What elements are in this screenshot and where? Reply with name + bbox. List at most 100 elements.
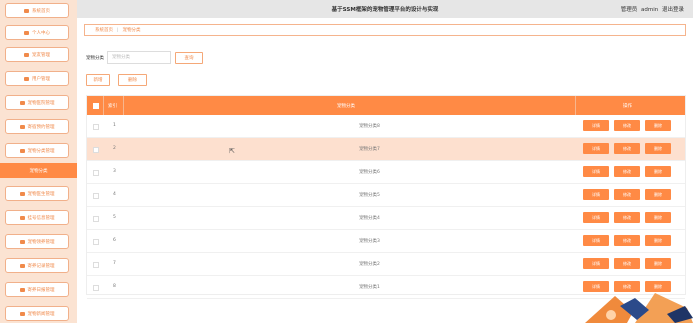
column-header-index: 索引 — [108, 104, 117, 109]
sidebar-item-label: 宠友管理 — [32, 52, 50, 58]
column-header-name: 宠物分类 — [337, 104, 355, 109]
table-row[interactable]: 6 宠物分类3 详情 修改 删除 — [87, 230, 685, 253]
flag-icon — [19, 287, 25, 292]
edit-button[interactable]: 修改 — [614, 235, 640, 246]
add-button[interactable]: 新增 — [86, 74, 110, 86]
table-row[interactable]: 4 宠物分类5 详情 修改 删除 — [87, 184, 685, 207]
sidebar-item-label: 寄宿预约管理 — [27, 124, 55, 130]
detail-button[interactable]: 详情 — [583, 189, 609, 200]
detail-button[interactable]: 详情 — [583, 143, 609, 154]
row-name: 宠物分类7 — [359, 147, 380, 152]
sidebar-item-label: 宠物新闻管理 — [27, 311, 55, 317]
table-header: 索引 宠物分类 操作 — [87, 96, 685, 115]
search-button[interactable]: 查询 — [175, 52, 203, 64]
sidebar-item-boarding-booking[interactable]: 寄宿预约管理 — [5, 119, 69, 134]
row-name: 宠物分类6 — [359, 170, 380, 175]
breadcrumb-separator: | — [117, 27, 119, 33]
edit-button[interactable]: 修改 — [614, 120, 640, 131]
sidebar-item-label: 宠物分类 — [29, 168, 48, 174]
grid-icon — [19, 124, 25, 129]
home-icon — [24, 8, 29, 13]
delete-button[interactable]: 删除 — [645, 120, 671, 131]
sidebar-item-label: 寄养记录管理 — [27, 263, 55, 269]
header: 基于SSM框架的宠物管理平台的设计与实现 管理员 admin 退出登录 — [77, 0, 693, 18]
edit-button[interactable]: 修改 — [614, 143, 640, 154]
sidebar-item-friends[interactable]: 宠友管理 — [5, 47, 69, 62]
sidebar-item-label: 宠物医生管理 — [27, 191, 55, 197]
sidebar-item-label: 宠物分类管理 — [27, 148, 55, 154]
delete-button[interactable]: 删除 — [645, 235, 671, 246]
breadcrumb: 系统首页 | 宠物分类 — [84, 24, 686, 36]
row-name: 宠物分类8 — [359, 124, 380, 129]
sidebar-item-category-manage[interactable]: 宠物分类管理 — [5, 143, 69, 158]
sidebar-item-daily-report[interactable]: 寄养日报管理 — [5, 282, 69, 297]
delete-button[interactable]: 删除 — [645, 212, 671, 223]
news-icon — [19, 311, 25, 316]
user-info: 管理员 admin 退出登录 — [619, 5, 684, 13]
sidebar-item-label: 系统首页 — [32, 8, 50, 14]
user-role: 管理员 — [620, 7, 638, 13]
logout-link[interactable]: 退出登录 — [662, 7, 684, 13]
sidebar-item-label: 用户管理 — [32, 76, 50, 82]
detail-button[interactable]: 详情 — [583, 166, 609, 177]
table-row[interactable]: 5 宠物分类4 详情 修改 删除 — [87, 207, 685, 230]
edit-button[interactable]: 修改 — [614, 212, 640, 223]
table-row[interactable]: 1 宠物分类8 详情 修改 删除 — [87, 115, 685, 138]
sidebar-item-hospital[interactable]: 宠物医院管理 — [5, 95, 69, 110]
sidebar-item-label: 个人中心 — [32, 30, 50, 36]
edit-button[interactable]: 修改 — [614, 166, 640, 177]
column-header-actions: 操作 — [623, 104, 632, 109]
sidebar-item-registration[interactable]: 挂号信息管理 — [5, 210, 69, 225]
column-divider — [103, 96, 104, 115]
user-icon — [24, 30, 29, 35]
breadcrumb-current: 宠物分类 — [122, 28, 141, 33]
select-all-checkbox[interactable] — [93, 103, 99, 109]
sidebar-item-doctor[interactable]: 宠物医生管理 — [5, 186, 69, 201]
breadcrumb-home[interactable]: 系统首页 — [95, 27, 113, 33]
data-table: 索引 宠物分类 操作 1 宠物分类8 详情 修改 删除 2 宠物分类7 详情 修改 删除 3 宠物分类… — [86, 95, 686, 299]
hospital-icon — [19, 100, 25, 105]
doctor-icon — [19, 191, 25, 196]
list-icon — [19, 215, 25, 220]
page-title: 基于SSM框架的宠物管理平台的设计与实现 — [331, 7, 439, 13]
corner-illustration — [575, 268, 693, 323]
column-divider — [575, 96, 576, 115]
sidebar-item-label: 宠物医院管理 — [27, 100, 55, 106]
sidebar-item-news[interactable]: 宠物新闻管理 — [5, 306, 69, 321]
sidebar-item-category[interactable]: 宠物分类 — [0, 163, 77, 178]
row-name: 宠物分类1 — [359, 285, 380, 290]
mouse-cursor-icon: ⇱ — [229, 147, 235, 155]
row-name: 宠物分类3 — [359, 239, 380, 244]
delete-button[interactable]: 删除 — [645, 166, 671, 177]
sidebar-item-home[interactable]: 系统首页 — [5, 3, 69, 18]
sidebar-item-label: 宠物领养管理 — [27, 239, 55, 245]
paw-icon — [19, 239, 25, 244]
row-name: 宠物分类4 — [359, 216, 380, 221]
users-icon — [24, 76, 29, 81]
folder-icon — [19, 148, 25, 153]
sidebar-item-label: 寄养日报管理 — [27, 287, 55, 293]
row-name: 宠物分类2 — [359, 262, 380, 267]
row-name: 宠物分类5 — [359, 193, 380, 198]
delete-button[interactable]: 删除 — [645, 189, 671, 200]
search-input[interactable] — [107, 51, 171, 64]
detail-button[interactable]: 详情 — [583, 235, 609, 246]
sidebar-item-boarding-record[interactable]: 寄养记录管理 — [5, 258, 69, 273]
detail-button[interactable]: 详情 — [583, 120, 609, 131]
column-divider — [123, 96, 124, 115]
sidebar-item-users[interactable]: 用户管理 — [5, 71, 69, 86]
edit-button[interactable]: 修改 — [614, 189, 640, 200]
sidebar-item-adoption[interactable]: 宠物领养管理 — [5, 234, 69, 249]
user-name: admin — [641, 7, 659, 13]
search-label: 宠物分类 — [86, 56, 104, 61]
table-row[interactable]: 3 宠物分类6 详情 修改 删除 — [87, 161, 685, 184]
sidebar-item-profile[interactable]: 个人中心 — [5, 25, 69, 40]
table-row[interactable]: 2 宠物分类7 详情 修改 删除 — [87, 138, 685, 161]
batch-delete-button[interactable]: 删除 — [118, 74, 147, 86]
sidebar-item-label: 挂号信息管理 — [27, 215, 55, 221]
delete-button[interactable]: 删除 — [645, 143, 671, 154]
group-icon — [24, 52, 29, 57]
sidebar: 系统首页 个人中心 宠友管理 用户管理 宠物医院管理 寄宿预约管理 宠物分类管理… — [0, 0, 77, 323]
detail-button[interactable]: 详情 — [583, 212, 609, 223]
chart-icon — [19, 263, 25, 268]
